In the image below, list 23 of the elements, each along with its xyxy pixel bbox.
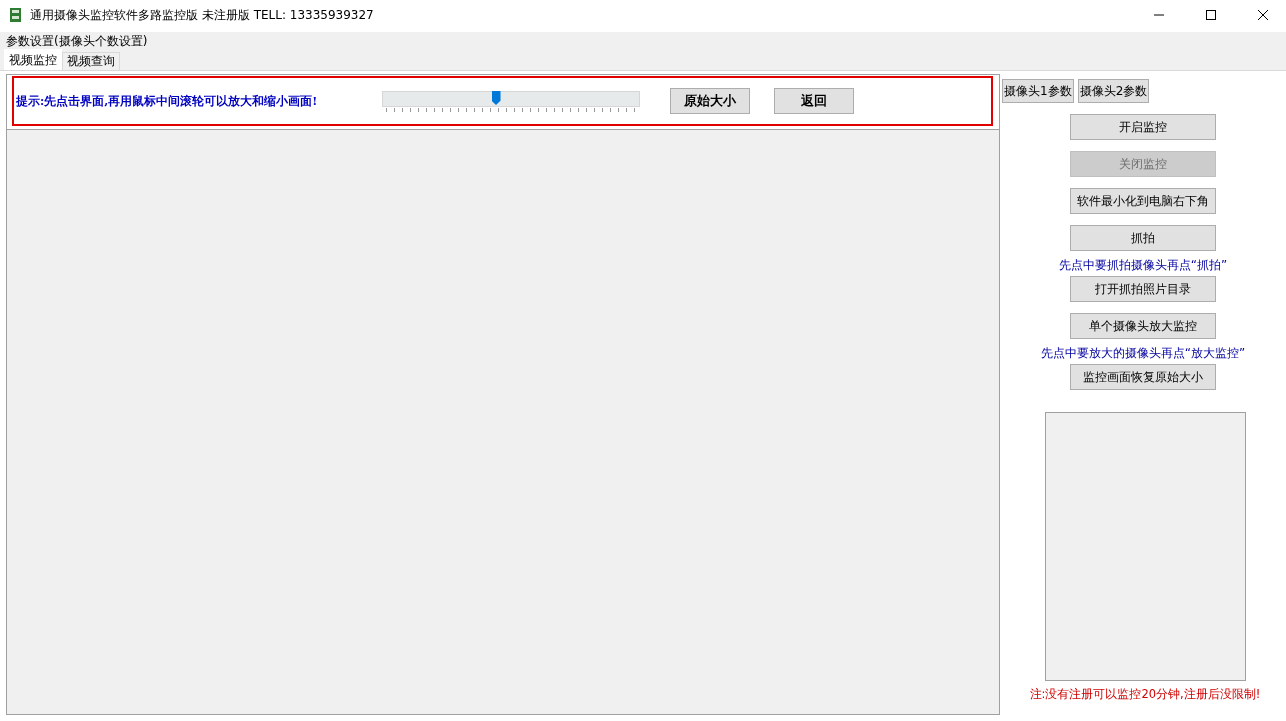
tab[interactable]: 视频查询 [62, 52, 120, 70]
zoom-slider[interactable] [382, 89, 640, 113]
control-button[interactable]: 软件最小化到电脑右下角 [1070, 188, 1216, 214]
hint-text: 先点中要放大的摄像头再点“放大监控” [1040, 345, 1246, 362]
zoom-hint: 提示:先点击界面,再用鼠标中间滚轮可以放大和缩小画面! [16, 93, 319, 109]
hint-text: 先点中要抓拍摄像头再点“抓拍” [1058, 257, 1228, 274]
control-button[interactable]: 监控画面恢复原始大小 [1070, 364, 1216, 390]
notice-text: 注:没有注册可以监控20分钟,注册后没限制! [1029, 687, 1261, 702]
tab[interactable]: 视频监控 [4, 49, 62, 70]
close-icon [1258, 10, 1268, 20]
camera-settings-button[interactable]: 摄像头1参数 [1002, 79, 1074, 103]
app-icon [8, 7, 24, 23]
maximize-icon [1206, 10, 1216, 20]
window-title: 通用摄像头监控软件多路监控版 未注册版 TELL: 13335939327 [30, 6, 375, 24]
control-button[interactable]: 单个摄像头放大监控 [1070, 313, 1216, 339]
toolbar-button[interactable]: 返回 [774, 88, 854, 114]
menu-item[interactable]: 参数设置(摄像头个数设置) [6, 32, 148, 50]
camera-settings-button[interactable]: 摄像头2参数 [1077, 79, 1150, 103]
control-button[interactable]: 抓拍 [1070, 225, 1216, 251]
slider-thumb[interactable] [491, 91, 501, 105]
control-button[interactable]: 开启监控 [1070, 114, 1216, 140]
toolbar-button[interactable]: 原始大小 [670, 88, 750, 114]
control-button[interactable]: 打开抓拍照片目录 [1070, 276, 1216, 302]
